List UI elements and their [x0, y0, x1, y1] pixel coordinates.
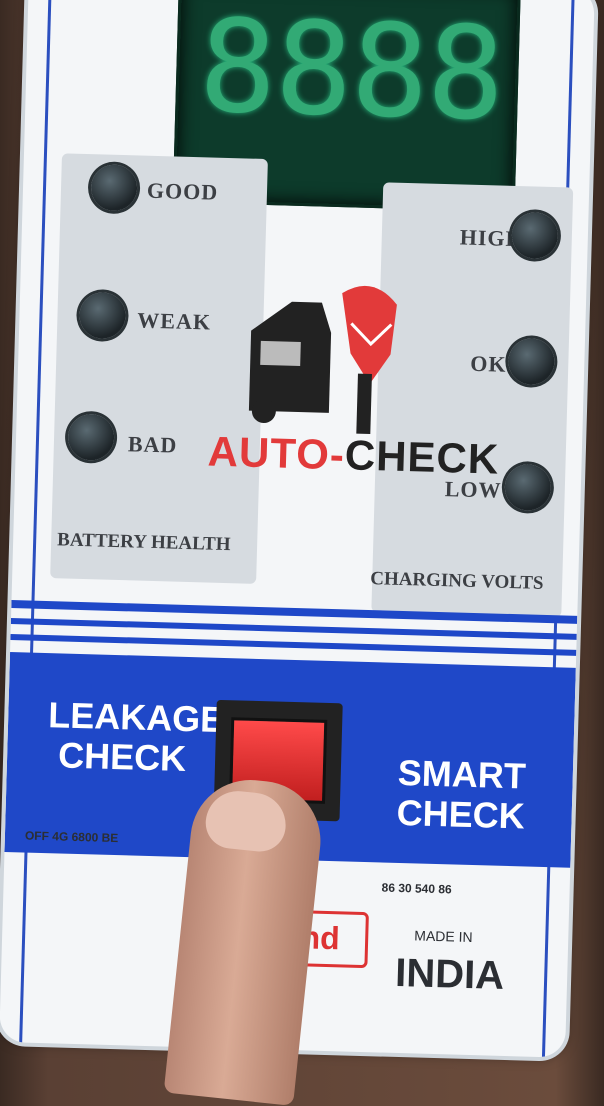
country-label: INDIA	[394, 950, 505, 998]
weak-label: WEAK	[137, 307, 212, 335]
display-digit-3: 8	[349, 0, 431, 148]
right-code-text: 86 30 540 86	[381, 880, 452, 897]
smart-check-label: SMART CHECK	[385, 751, 537, 837]
made-in-label: MADE IN	[414, 927, 473, 946]
leakage-check-label: LEAKAGE CHECK	[47, 694, 225, 779]
display-digit-2: 8	[273, 0, 355, 146]
ok-label: OK	[469, 350, 507, 377]
smart-line-2: CHECK	[396, 791, 526, 837]
brand-check-text: CHECK	[344, 431, 500, 483]
brand-auto-text: AUTO-	[207, 427, 346, 479]
leakage-line-2: CHECK	[57, 734, 187, 779]
display-digit-1: 8	[197, 0, 279, 144]
car-scooter-logo-icon	[248, 285, 397, 435]
left-border-line	[19, 0, 53, 1043]
good-label: GOOD	[146, 177, 219, 205]
bad-label: BAD	[127, 431, 178, 458]
leakage-line-1: LEAKAGE	[47, 694, 225, 741]
left-code-text: OFF 4G 6800 BE	[24, 828, 119, 846]
auto-check-brand: AUTO-CHECK	[207, 427, 500, 483]
smart-line-1: SMART	[397, 751, 527, 797]
display-digit-4: 8	[425, 0, 507, 150]
